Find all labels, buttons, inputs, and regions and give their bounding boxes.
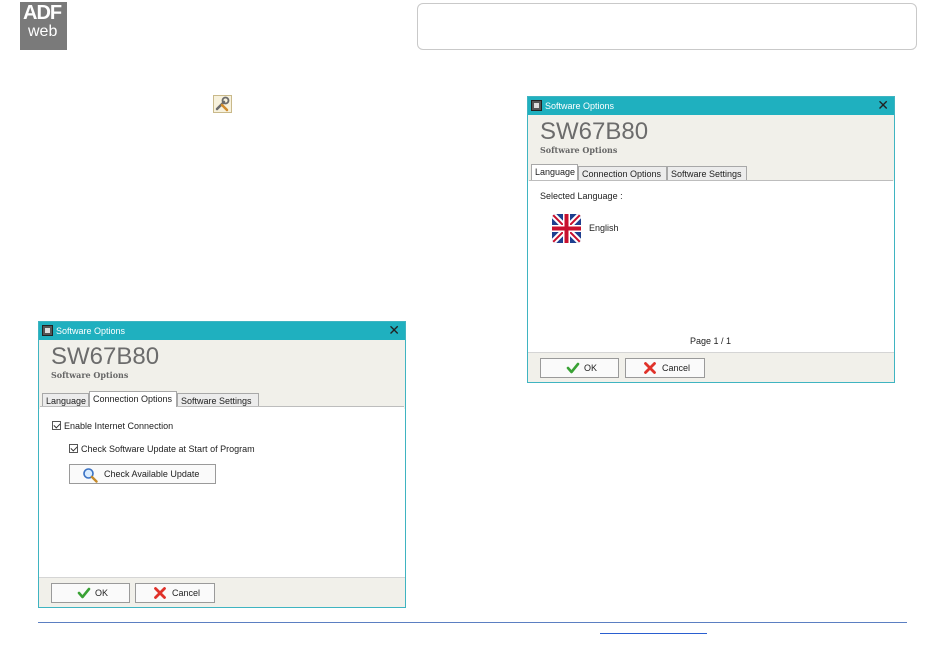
close-icon[interactable]: ✕ — [388, 323, 400, 339]
check-update-start-label: Check Software Update at Start of Progra… — [81, 444, 255, 454]
ok-button[interactable]: OK — [51, 583, 130, 603]
cancel-button[interactable]: Cancel — [625, 358, 705, 378]
header-box — [417, 3, 917, 50]
app-subtitle: Software Options — [540, 145, 618, 155]
logo-text-adf: ADF — [23, 2, 62, 24]
wrench-settings-icon — [213, 95, 232, 113]
tab-software-settings[interactable]: Software Settings — [667, 166, 747, 180]
close-icon[interactable]: ✕ — [877, 98, 889, 114]
checkmark-icon — [566, 361, 580, 375]
tab-language[interactable]: Language — [531, 164, 578, 180]
footer-divider — [38, 622, 907, 623]
adfweb-logo: ADF web — [20, 2, 67, 50]
dialog-footer: OK Cancel — [528, 352, 894, 382]
cancel-button[interactable]: Cancel — [135, 583, 215, 603]
dialog-title: Software Options — [56, 326, 126, 336]
tab-connection-options[interactable]: Connection Options — [89, 391, 177, 407]
dialog-title: Software Options — [545, 101, 615, 111]
selected-language-label: Selected Language : — [540, 191, 623, 201]
dialog-titlebar: Software Options ✕ — [528, 97, 894, 115]
magnifier-icon — [82, 467, 98, 483]
ok-label: OK — [95, 588, 109, 598]
page-indicator: Page 1 / 1 — [690, 336, 732, 346]
cancel-label: Cancel — [662, 363, 691, 373]
enable-internet-checkbox[interactable] — [52, 421, 61, 430]
tab-content: Enable Internet Connection Check Softwar… — [40, 406, 404, 578]
enable-internet-label: Enable Internet Connection — [64, 421, 174, 431]
uk-flag-icon[interactable] — [552, 214, 581, 243]
ok-button[interactable]: OK — [540, 358, 619, 378]
language-name: English — [589, 223, 619, 233]
software-options-dialog-connection: Software Options ✕ SW67B80 Software Opti… — [38, 321, 406, 608]
tab-language[interactable]: Language — [42, 393, 89, 407]
tab-connection-options[interactable]: Connection Options — [578, 166, 667, 180]
app-subtitle: Software Options — [51, 370, 129, 380]
dialog-header: SW67B80 Software Options Language Connec… — [528, 115, 894, 181]
dialog-footer: OK Cancel — [39, 577, 405, 607]
logo-text-web: web — [28, 23, 58, 40]
app-icon — [531, 100, 542, 111]
ok-label: OK — [584, 363, 598, 373]
checkmark-icon — [77, 586, 91, 600]
app-name: SW67B80 — [540, 118, 649, 145]
tab-software-settings[interactable]: Software Settings — [177, 393, 259, 407]
check-available-update-button[interactable]: Check Available Update — [69, 464, 216, 484]
check-update-start-checkbox[interactable] — [69, 444, 78, 453]
red-x-icon — [643, 361, 657, 375]
cancel-label: Cancel — [172, 588, 201, 598]
app-name: SW67B80 — [51, 343, 160, 370]
red-x-icon — [153, 586, 167, 600]
check-available-update-label: Check Available Update — [104, 469, 200, 479]
dialog-titlebar: Software Options ✕ — [39, 322, 405, 340]
software-options-dialog-language: Software Options ✕ SW67B80 Software Opti… — [527, 96, 895, 383]
tab-content: Selected Language : English Page 1 / 1 — [529, 180, 893, 353]
app-icon — [42, 325, 53, 336]
dialog-header: SW67B80 Software Options Language Connec… — [39, 340, 405, 409]
footer-link-underline[interactable] — [600, 633, 707, 634]
